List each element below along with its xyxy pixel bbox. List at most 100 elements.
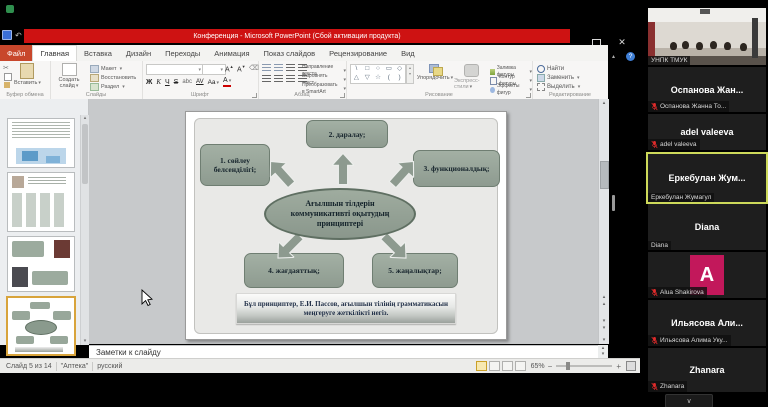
next-slide-button[interactable]: ▾▾	[599, 318, 609, 332]
shape-brace-left-icon[interactable]: (	[383, 74, 394, 83]
diagram-footer-banner[interactable]: Бұл принциптер, Е.И. Пассов, ағылшын тіл…	[236, 293, 456, 324]
align-center-icon[interactable]	[274, 75, 283, 82]
align-left-icon[interactable]	[262, 75, 271, 82]
shrink-font-icon[interactable]: А▼	[236, 64, 247, 73]
underline-button[interactable]: Ч	[165, 79, 170, 86]
tab-transitions[interactable]: Переходы	[158, 45, 207, 61]
canvas-scrollbar[interactable]: ▴ ▴▴ ▾▾ ▾	[598, 99, 609, 344]
undo-icon[interactable]: ↶	[15, 31, 22, 40]
font-dialog-launcher[interactable]	[252, 93, 257, 98]
layout-button[interactable]: Макет	[90, 65, 122, 73]
copy-icon[interactable]	[4, 73, 12, 81]
bold-button[interactable]: Ж	[146, 79, 152, 86]
tab-insert[interactable]: Вставка	[77, 45, 119, 61]
tab-animations[interactable]: Анимация	[207, 45, 256, 61]
tab-design[interactable]: Дизайн	[119, 45, 158, 61]
shadow-button[interactable]: abc	[182, 79, 192, 85]
help-icon[interactable]: ?	[626, 52, 635, 61]
reading-view-icon[interactable]	[502, 361, 513, 371]
reset-button[interactable]: Восстановить	[90, 74, 136, 82]
close-window-button[interactable]: ✕	[612, 36, 632, 49]
decrease-indent-icon[interactable]	[286, 64, 295, 71]
shape-ellipse-icon[interactable]: ○	[373, 65, 384, 74]
shape-diamond-icon[interactable]: ◇	[394, 65, 405, 74]
previous-slide-button[interactable]: ▴▴	[599, 294, 609, 308]
participant-tile-alua[interactable]: A Alua Shakirova	[648, 252, 766, 298]
font-name-select[interactable]: ▾	[146, 64, 204, 75]
ribbon-collapse-icon[interactable]: ▴	[612, 53, 615, 60]
select-button[interactable]: Выделить	[537, 83, 580, 91]
zoom-out-icon[interactable]: −	[548, 362, 553, 371]
arrange-button[interactable]: Упорядочить	[418, 64, 452, 81]
notes-pane[interactable]: Заметки к слайду	[89, 345, 598, 358]
participant-tile-ilyasova[interactable]: Ильясова Али... Ильясова Алима Уку...	[648, 300, 766, 346]
participant-tile-ospanova[interactable]: Оспанова Жан... Оспанова Жанна То...	[648, 67, 766, 112]
slide[interactable]: 2. даралау; 1. сөйлеу белсенділігі; 3. ф…	[185, 111, 507, 340]
shape-rectangle-icon[interactable]: □	[362, 65, 373, 74]
fit-to-window-icon[interactable]	[626, 361, 636, 371]
diagram-box-2[interactable]: 2. даралау;	[306, 120, 388, 148]
font-size-select[interactable]: ▾	[202, 64, 226, 75]
find-button[interactable]: Найти	[537, 65, 564, 73]
sidebar-splitter-handle[interactable]	[612, 195, 615, 211]
slideshow-view-icon[interactable]	[515, 361, 526, 371]
tab-view[interactable]: Вид	[394, 45, 422, 61]
zoom-in-icon[interactable]: +	[616, 362, 621, 371]
cut-icon[interactable]: ✂	[3, 64, 9, 72]
window-titlebar[interactable]: Конференция - Microsoft PowerPoint (Сбой…	[24, 29, 570, 43]
diagram-box-3[interactable]: 3. функционалдық;	[413, 150, 500, 187]
shape-triangle-icon[interactable]: △	[351, 74, 362, 83]
slide-thumbnail-3[interactable]	[7, 172, 75, 232]
diagram-center-ellipse[interactable]: Ағылшын тілдерін коммуникативті оқытудың…	[264, 188, 416, 240]
shape-triangle-down-icon[interactable]: ▽	[362, 74, 373, 83]
align-right-icon[interactable]	[286, 75, 295, 82]
participant-tile-adel[interactable]: adel valeeva adel valeeva	[648, 114, 766, 150]
char-spacing-button[interactable]: AV	[196, 79, 204, 85]
tab-home[interactable]: Главная	[32, 45, 77, 62]
tab-file[interactable]: Файл	[0, 45, 32, 61]
meeting-info-icon[interactable]	[6, 5, 14, 13]
format-painter-icon[interactable]	[4, 82, 10, 88]
participant-tile-zhanara[interactable]: Zhanara Zhanara	[648, 348, 766, 392]
replace-button[interactable]: Заменить	[537, 74, 579, 82]
diagram-box-5[interactable]: 5. жаңалықтар;	[372, 253, 458, 288]
more-participants-button[interactable]: ∨	[665, 394, 713, 407]
zoom-slider-thumb[interactable]	[566, 362, 570, 370]
shapes-scroll[interactable]: ▴▾	[406, 64, 414, 84]
grow-font-icon[interactable]: А▲	[224, 64, 235, 73]
language-indicator[interactable]: русский	[97, 363, 122, 370]
tab-slideshow[interactable]: Показ слайдов	[257, 45, 323, 61]
section-button[interactable]: Раздел	[90, 83, 125, 91]
quick-styles-button[interactable]: Экспресс-стили	[454, 64, 488, 90]
font-color-button[interactable]: А	[223, 77, 231, 87]
paste-button[interactable]: Вставить	[14, 63, 41, 86]
tab-review[interactable]: Рецензирование	[322, 45, 394, 61]
strikethrough-button[interactable]: S	[174, 79, 179, 86]
diagram-box-1[interactable]: 1. сөйлеу белсенділігі;	[200, 144, 270, 186]
change-case-button[interactable]: Aa	[208, 79, 219, 86]
participant-video-tile[interactable]: УНПК ТМУК	[648, 8, 766, 65]
shape-star-icon[interactable]: ☆	[373, 74, 384, 83]
normal-view-icon[interactable]	[476, 361, 487, 371]
diagram-box-4[interactable]: 4. жағдаяттық;	[244, 253, 344, 288]
shape-line-icon[interactable]: \	[351, 65, 362, 74]
paragraph-dialog-launcher[interactable]	[340, 93, 345, 98]
notes-scrollbar[interactable]: ▴▾	[598, 345, 608, 358]
participant-tile-diana[interactable]: Diana Diana	[648, 204, 766, 250]
slide-sorter-view-icon[interactable]	[489, 361, 500, 371]
panel-scrollbar[interactable]: ▴ ▾	[80, 115, 89, 345]
drawing-dialog-launcher[interactable]	[526, 93, 531, 98]
shapes-gallery[interactable]: \ □ ○ ▭ ◇ △ ▽ ☆ ( )	[350, 64, 406, 84]
shape-brace-right-icon[interactable]: )	[394, 74, 405, 83]
numbering-icon[interactable]	[274, 64, 283, 71]
save-icon[interactable]	[2, 30, 12, 40]
slide-thumbnail-2[interactable]	[7, 118, 75, 168]
zoom-slider[interactable]	[556, 365, 612, 367]
participant-tile-erkebulan-active-speaker[interactable]: Еркебулан Жум... Еркебулан Жумагул	[646, 152, 768, 204]
zoom-level[interactable]: 65%	[531, 363, 545, 370]
italic-button[interactable]: К	[156, 78, 161, 86]
slide-thumbnail-5-current[interactable]	[6, 296, 76, 356]
new-slide-button[interactable]: Создать слайд	[54, 63, 84, 89]
slide-thumbnail-4[interactable]	[7, 236, 75, 292]
shape-rounded-rect-icon[interactable]: ▭	[383, 65, 394, 74]
